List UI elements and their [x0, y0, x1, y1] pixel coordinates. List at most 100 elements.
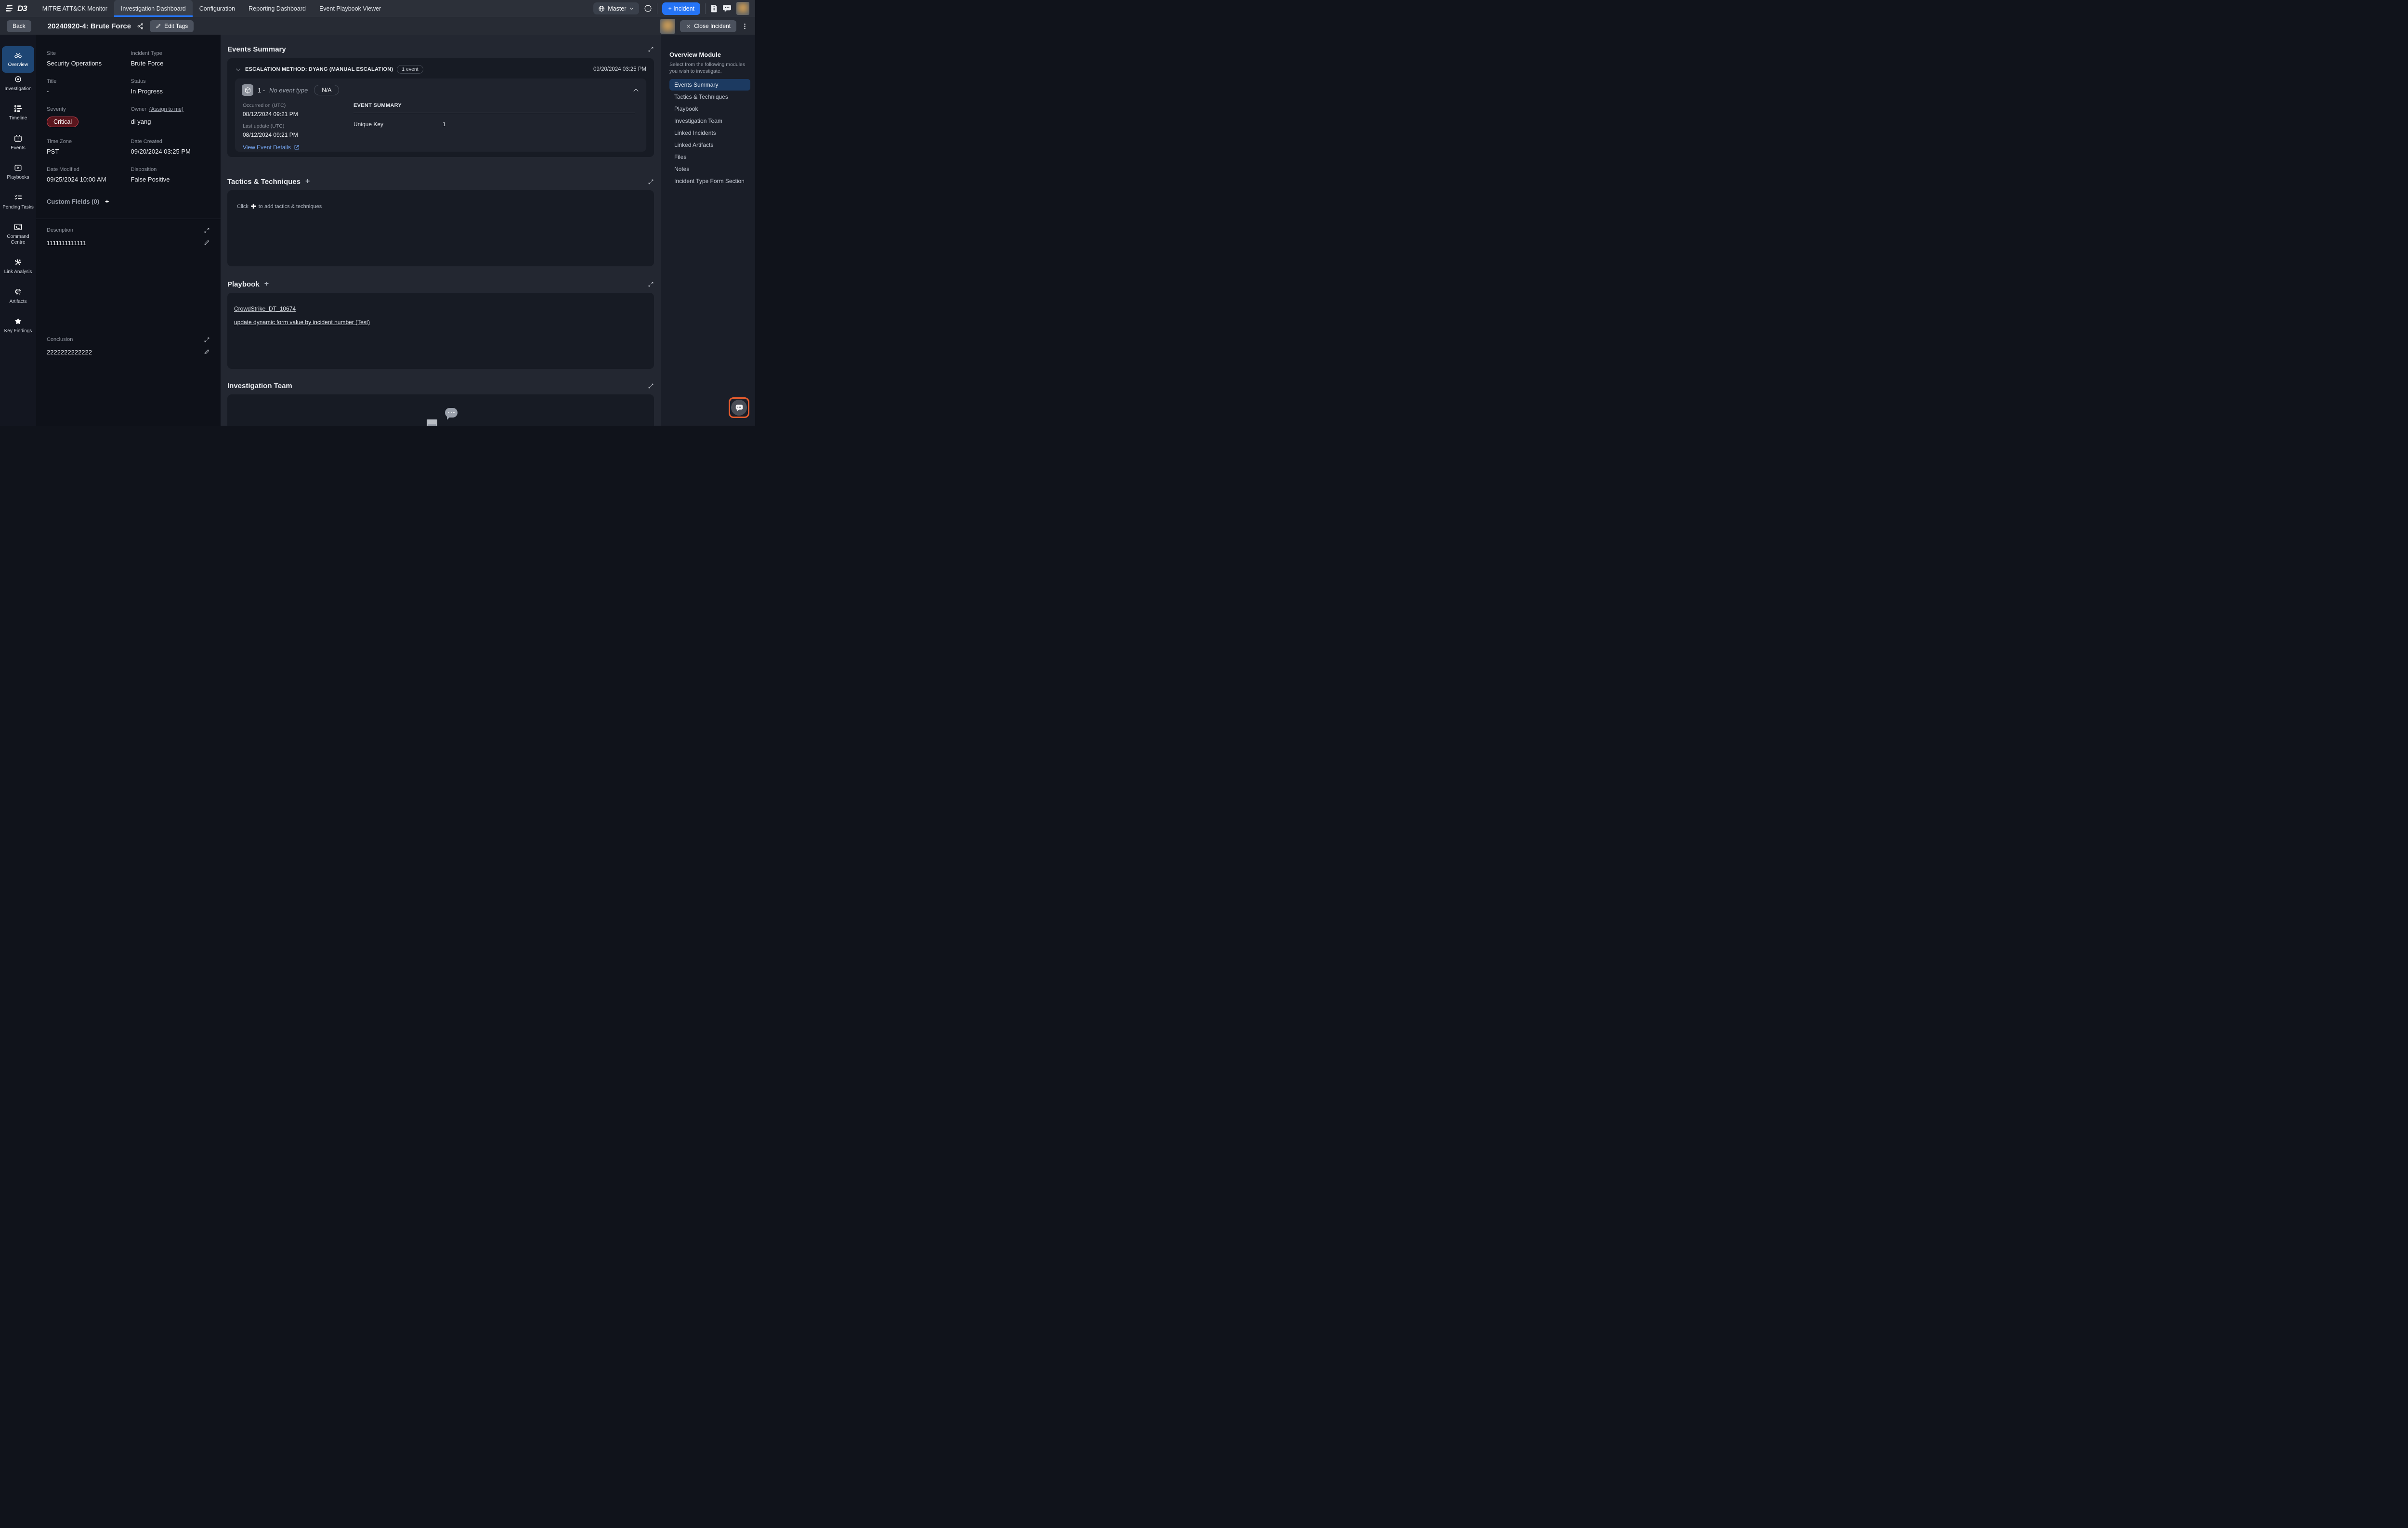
add-tactics-button[interactable]: +: [305, 177, 310, 186]
edit-tags-label: Edit Tags: [164, 23, 188, 29]
expand-icon[interactable]: [204, 337, 210, 343]
expand-icon[interactable]: [648, 281, 654, 287]
sidebar-item-events[interactable]: Events: [2, 134, 34, 151]
module-item-notes[interactable]: Notes: [669, 163, 750, 175]
edit-pencil-icon[interactable]: [204, 349, 210, 355]
custom-fields-section: Custom Fields (0) +: [47, 197, 210, 205]
events-summary-card: ESCALATION METHOD: DYANG (MANUAL ESCALAT…: [227, 58, 654, 157]
tactics-card: Click ✚ to add tactics & techniques: [227, 190, 654, 266]
external-link-icon: [294, 144, 300, 150]
d3-soar-app: D3 MITRE ATT&CK Monitor Investigation Da…: [0, 0, 755, 426]
network-icon: [13, 258, 23, 267]
event-group-title: ESCALATION METHOD: DYANG (MANUAL ESCALAT…: [245, 66, 393, 72]
globe-icon: [598, 5, 605, 12]
playbook-link[interactable]: update dynamic form value by incident nu…: [234, 319, 647, 326]
d3-logo-text: D3: [17, 4, 27, 13]
chevron-down-icon[interactable]: [235, 66, 241, 73]
more-options-button[interactable]: [741, 22, 748, 30]
field-disposition: Disposition False Positive: [131, 167, 210, 183]
incident-title: 20240920-4: Brute Force: [48, 22, 131, 30]
d3-logo[interactable]: D3: [6, 4, 27, 13]
event-detail: Occurred on (UTC) 08/12/2024 09:21 PM La…: [242, 103, 640, 151]
custom-fields-title: Custom Fields (0): [47, 198, 99, 205]
sidebar-item-link-analysis[interactable]: Link Analysis: [2, 258, 34, 275]
module-item-linked-artifacts[interactable]: Linked Artifacts: [669, 139, 750, 151]
sidebar-item-pending-tasks[interactable]: Pending Tasks: [2, 193, 34, 210]
sidebar-item-timeline[interactable]: Timeline: [2, 104, 34, 121]
field-title: Title -: [47, 78, 126, 95]
release-notes-button[interactable]: [710, 4, 718, 13]
new-incident-button[interactable]: + Incident: [662, 2, 700, 15]
main-layout: Overview Investigation Timeline: [0, 35, 755, 426]
nav-event-playbook-viewer[interactable]: Event Playbook Viewer: [313, 0, 388, 17]
pencil-icon: [156, 23, 161, 29]
assign-to-me-link[interactable]: (Assign to me): [149, 106, 183, 112]
event-times: Occurred on (UTC) 08/12/2024 09:21 PM La…: [242, 103, 353, 151]
nav-mitre-attack-monitor[interactable]: MITRE ATT&CK Monitor: [36, 0, 114, 17]
sidebar-item-command-centre[interactable]: Command Centre: [2, 222, 34, 245]
expand-icon[interactable]: [648, 383, 654, 389]
chevron-up-icon[interactable]: [632, 87, 640, 94]
calendar-alert-icon: [13, 134, 23, 143]
field-date-modified: Date Modified 09/25/2024 10:00 AM: [47, 167, 126, 183]
module-item-playbook[interactable]: Playbook: [669, 103, 750, 115]
chat-bubble-icon: [722, 4, 732, 13]
incident-detail-panel: Site Security Operations Incident Type B…: [36, 35, 221, 426]
nav-investigation-dashboard[interactable]: Investigation Dashboard: [114, 0, 193, 17]
share-button[interactable]: [137, 23, 144, 30]
module-item-linked-incidents[interactable]: Linked Incidents: [669, 127, 750, 139]
overview-module-panel: Overview Module Select from the followin…: [661, 35, 755, 426]
chat-widget-button[interactable]: [729, 397, 749, 418]
user-avatar[interactable]: [736, 2, 749, 15]
module-item-files[interactable]: Files: [669, 151, 750, 163]
close-x-icon: [686, 24, 691, 29]
sidebar-item-playbooks[interactable]: Playbooks: [2, 163, 34, 181]
terminal-icon: [13, 222, 23, 232]
playbook-link[interactable]: CrowdStrike_DT_10674: [234, 305, 647, 312]
add-playbook-button[interactable]: +: [264, 280, 269, 288]
info-button[interactable]: [644, 4, 652, 13]
back-button[interactable]: Back: [7, 20, 31, 32]
nav-reporting-dashboard[interactable]: Reporting Dashboard: [242, 0, 313, 17]
module-item-tactics-techniques[interactable]: Tactics & Techniques: [669, 91, 750, 103]
module-item-events-summary[interactable]: Events Summary: [669, 79, 750, 91]
severity-badge[interactable]: Critical: [47, 117, 79, 127]
module-item-incident-type-form-section[interactable]: Incident Type Form Section: [669, 175, 750, 187]
owner-avatar[interactable]: [660, 19, 675, 34]
sidebar-item-overview[interactable]: Overview: [2, 46, 34, 73]
view-event-details-link[interactable]: View Event Details: [243, 144, 353, 151]
edit-pencil-icon[interactable]: [204, 239, 210, 246]
playbook-header: Playbook +: [227, 280, 654, 288]
edit-tags-button[interactable]: Edit Tags: [150, 20, 194, 32]
chat-button[interactable]: [722, 4, 732, 13]
site-selector[interactable]: Master: [593, 2, 639, 14]
investigation-team-card: [227, 394, 654, 426]
avatar-image: [736, 2, 749, 15]
incident-header-bar: Back 20240920-4: Brute Force Edit Tags C…: [0, 17, 755, 35]
tactics-empty-state: Click ✚ to add tactics & techniques: [237, 203, 644, 210]
add-custom-field-button[interactable]: +: [105, 197, 109, 205]
expand-icon[interactable]: [204, 227, 210, 234]
module-list: Events Summary Tactics & Techniques Play…: [669, 79, 750, 187]
overview-module-title: Overview Module: [669, 51, 750, 58]
expand-icon[interactable]: [648, 46, 654, 52]
sidebar-item-key-findings[interactable]: Key Findings: [2, 317, 34, 334]
expand-icon[interactable]: [648, 179, 654, 185]
module-item-investigation-team[interactable]: Investigation Team: [669, 115, 750, 127]
plus-icon: ✚: [251, 203, 256, 210]
field-incident-type: Incident Type Brute Force: [131, 51, 210, 67]
event-group-date: 09/20/2024 03:25 PM: [593, 66, 646, 72]
field-severity: Severity Critical: [47, 106, 126, 127]
nav-configuration[interactable]: Configuration: [193, 0, 242, 17]
event-index: 1 -: [258, 87, 265, 94]
star-icon: [13, 317, 23, 326]
close-incident-button[interactable]: Close Incident: [680, 20, 736, 32]
sidebar-item-investigation[interactable]: Investigation: [2, 75, 34, 92]
sidebar-item-artifacts[interactable]: Artifacts: [2, 287, 34, 305]
event-group-header[interactable]: ESCALATION METHOD: DYANG (MANUAL ESCALAT…: [235, 65, 646, 74]
event-row[interactable]: 1 - No event type N/A: [242, 84, 640, 96]
top-nav-right: Master + Incident: [593, 2, 749, 15]
description-section: Description 1111111111111: [47, 227, 210, 247]
chat-bubble-icon: [735, 404, 744, 412]
divider: [705, 3, 706, 14]
